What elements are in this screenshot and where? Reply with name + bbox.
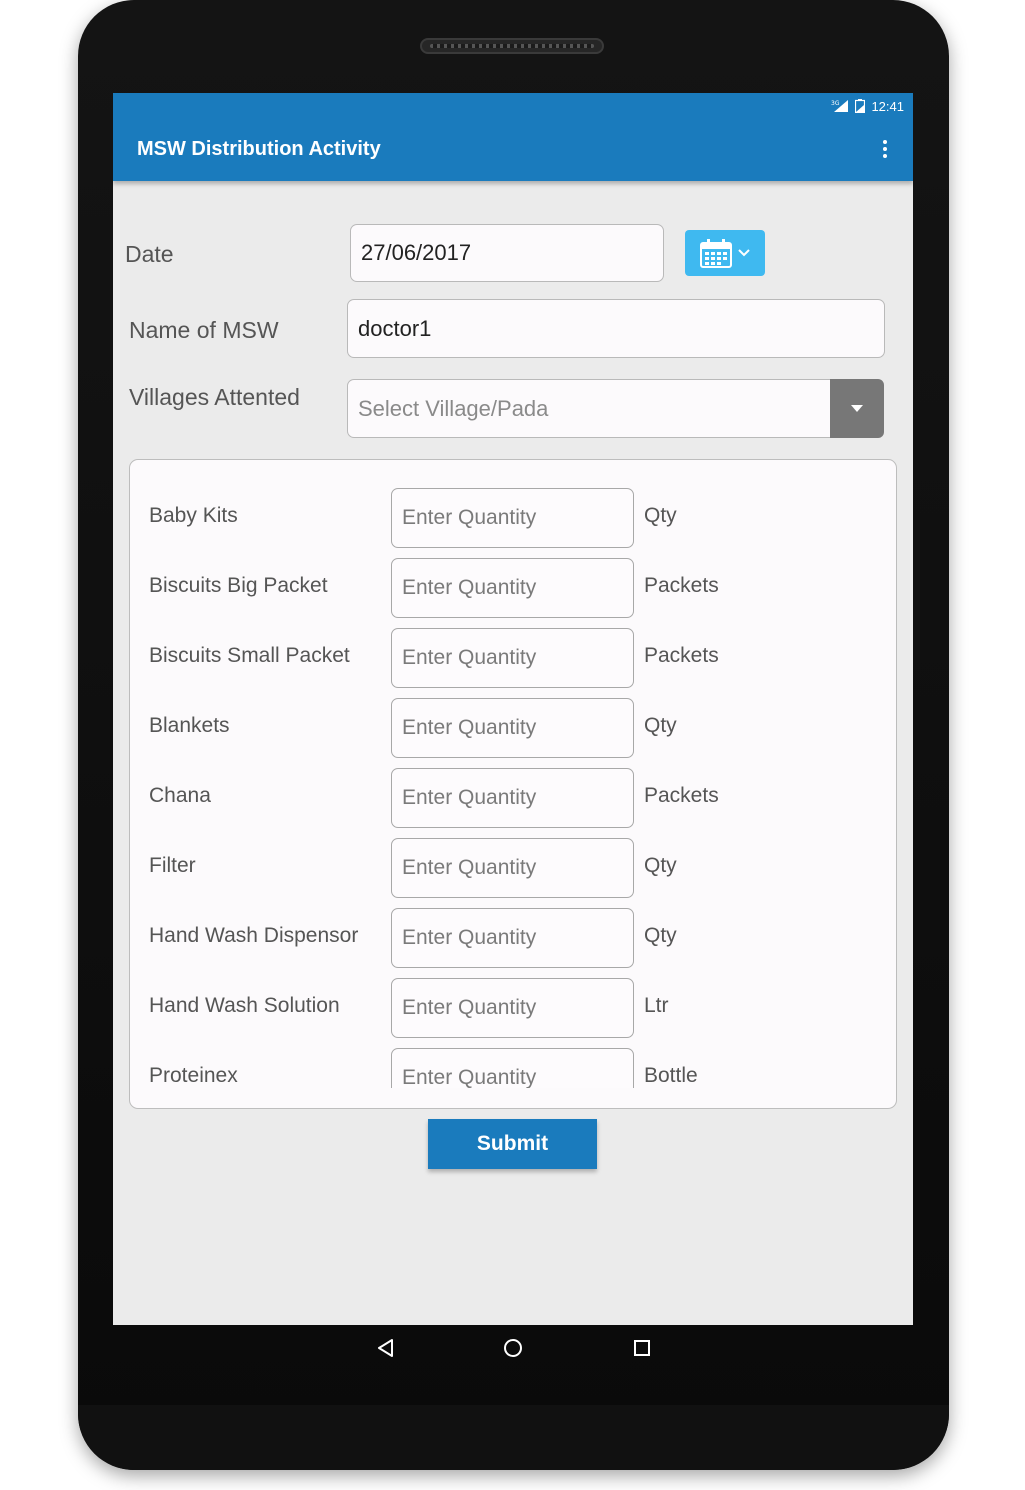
list-item: Baby Kits Enter Quantity Qty — [130, 488, 895, 548]
back-icon[interactable] — [376, 1338, 394, 1358]
villages-label: Villages Attented — [129, 384, 300, 410]
village-dropdown-button[interactable] — [830, 379, 884, 438]
item-name: Baby Kits — [149, 504, 238, 527]
page-title: MSW Distribution Activity — [137, 138, 381, 160]
overflow-menu-icon[interactable] — [875, 140, 895, 158]
quantity-input[interactable]: Enter Quantity — [391, 698, 634, 758]
list-item: Biscuits Small Packet Enter Quantity Pac… — [130, 628, 895, 688]
item-unit: Qty — [644, 714, 677, 737]
quantity-input[interactable]: Enter Quantity — [391, 768, 634, 828]
msw-label: Name of MSW — [129, 317, 279, 343]
quantity-input[interactable]: Enter Quantity — [391, 628, 634, 688]
item-name: Biscuits Small Packet — [149, 644, 350, 667]
msw-name-field[interactable]: doctor1 — [347, 299, 885, 358]
tablet-bezel-bottom — [78, 1405, 949, 1470]
list-item: Proteinex Enter Quantity Bottle — [130, 1048, 895, 1088]
quantity-input[interactable]: Enter Quantity — [391, 1048, 634, 1088]
app-bar: 3G 12:41 MSW Distribution Activity — [113, 93, 913, 181]
item-unit: Packets — [644, 784, 719, 807]
quantity-input[interactable]: Enter Quantity — [391, 978, 634, 1038]
item-unit: Ltr — [644, 994, 669, 1017]
calendar-icon — [700, 239, 732, 268]
item-unit: Bottle — [644, 1064, 698, 1087]
item-name: Hand Wash Dispensor — [149, 924, 359, 947]
item-name: Filter — [149, 854, 196, 877]
list-item: Hand Wash Dispensor Enter Quantity Qty — [130, 908, 895, 968]
status-bar: 3G 12:41 — [831, 97, 904, 115]
signal-icon: 3G — [831, 100, 849, 112]
item-unit: Packets — [644, 644, 719, 667]
list-item: Chana Enter Quantity Packets — [130, 768, 895, 828]
system-nav-bar — [360, 1330, 670, 1370]
item-unit: Packets — [644, 574, 719, 597]
list-item: Filter Enter Quantity Qty — [130, 838, 895, 898]
home-icon[interactable] — [503, 1338, 523, 1358]
item-name: Chana — [149, 784, 211, 807]
quantity-input[interactable]: Enter Quantity — [391, 838, 634, 898]
battery-icon — [855, 99, 866, 113]
item-unit: Qty — [644, 504, 677, 527]
speaker-grille — [420, 38, 604, 54]
calendar-button[interactable] — [685, 230, 765, 276]
quantity-input[interactable]: Enter Quantity — [391, 488, 634, 548]
app-screen: 3G 12:41 MSW Distribution Activity Date … — [113, 93, 913, 1325]
list-item: Hand Wash Solution Enter Quantity Ltr — [130, 978, 895, 1038]
date-label: Date — [125, 241, 174, 267]
village-select[interactable]: Select Village/Pada — [347, 379, 832, 438]
chevron-down-icon — [738, 249, 750, 257]
list-item: Biscuits Big Packet Enter Quantity Packe… — [130, 558, 895, 618]
quantity-input[interactable]: Enter Quantity — [391, 908, 634, 968]
submit-button[interactable]: Submit — [428, 1119, 597, 1169]
item-name: Hand Wash Solution — [149, 994, 340, 1017]
item-name: Proteinex — [149, 1064, 238, 1087]
status-time: 12:41 — [871, 98, 904, 114]
quantity-input[interactable]: Enter Quantity — [391, 558, 634, 618]
item-unit: Qty — [644, 854, 677, 877]
items-panel[interactable]: Baby Kits Enter Quantity Qty Biscuits Bi… — [129, 459, 897, 1109]
network-type: 3G — [831, 100, 840, 107]
list-item: Blankets Enter Quantity Qty — [130, 698, 895, 758]
date-field[interactable]: 27/06/2017 — [350, 224, 664, 282]
recents-icon[interactable] — [633, 1338, 651, 1358]
item-name: Biscuits Big Packet — [149, 574, 328, 597]
item-unit: Qty — [644, 924, 677, 947]
item-name: Blankets — [149, 714, 230, 737]
items-list: Baby Kits Enter Quantity Qty Biscuits Bi… — [130, 460, 895, 1088]
dropdown-arrow-icon — [851, 405, 863, 412]
